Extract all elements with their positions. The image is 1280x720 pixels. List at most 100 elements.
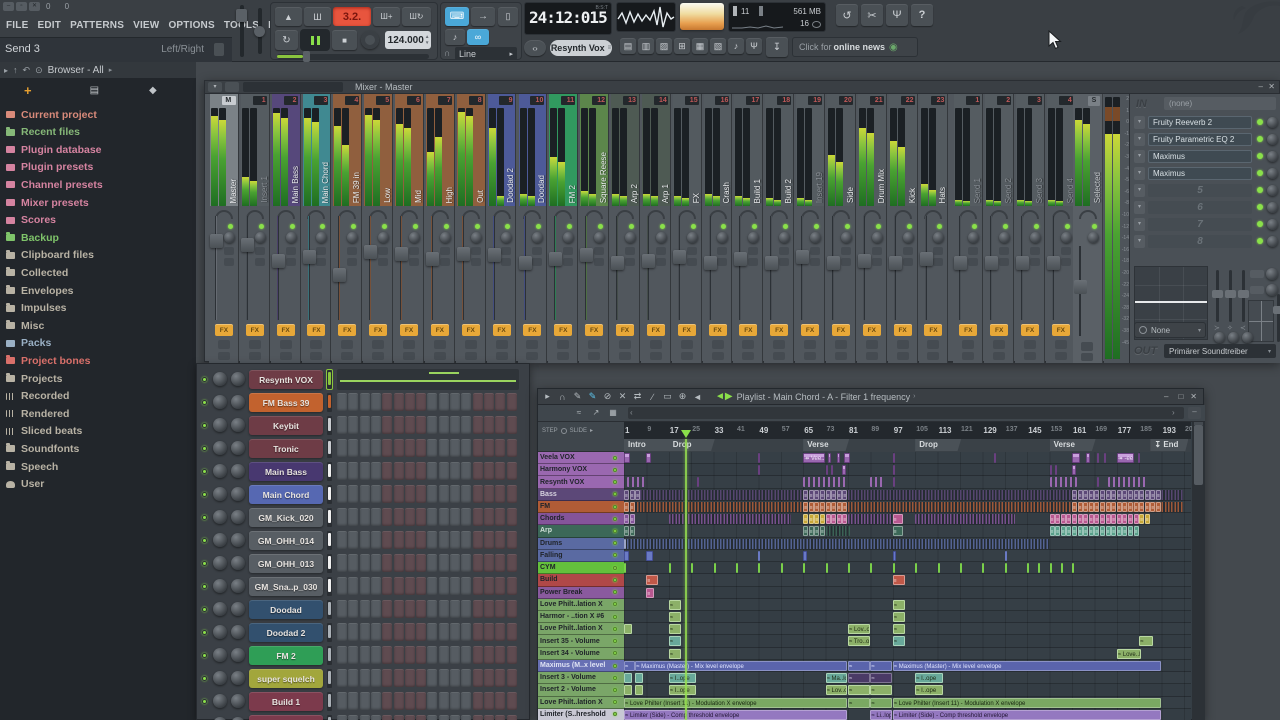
strip-clock-btn[interactable] xyxy=(773,340,785,349)
strip-swap-btn[interactable] xyxy=(903,258,913,266)
clip[interactable]: ≡ xyxy=(1066,514,1071,524)
strip-clock-btn[interactable] xyxy=(866,340,878,349)
rack-step-cell[interactable] xyxy=(405,600,415,618)
clip[interactable]: ≡ xyxy=(624,490,629,500)
strip-fx-button[interactable]: FX xyxy=(616,324,634,336)
strip-fx-button[interactable]: FX xyxy=(770,324,788,336)
track-lane[interactable]: ≡≡≡≡≡≡≡≡≡≡≡≡≡≡≡≡≡≡≡≡≡≡≡ xyxy=(624,525,1191,537)
strip-mute-led[interactable] xyxy=(598,224,603,229)
undo-icon[interactable]: ↺ xyxy=(836,4,858,26)
rack-step-cell[interactable] xyxy=(360,577,370,595)
rack-step-cell[interactable] xyxy=(461,646,471,664)
clip[interactable]: ≈ Tro..ope xyxy=(848,636,870,646)
mixer-strip-send-1[interactable]: 1Send 1FX xyxy=(953,94,983,363)
rack-step-cell[interactable] xyxy=(439,393,449,411)
rack-channel-button[interactable]: GM_OHH_014 xyxy=(249,531,323,550)
main-pitch-handle[interactable] xyxy=(254,26,265,37)
fx-slot-mix-knob[interactable] xyxy=(1267,117,1278,128)
rack-step-cell[interactable] xyxy=(360,715,370,720)
clip[interactable] xyxy=(1055,465,1057,475)
rack-step-cell[interactable] xyxy=(416,485,426,503)
rack-step-cell[interactable] xyxy=(394,462,404,480)
rack-step-cell[interactable] xyxy=(427,692,437,710)
clip[interactable] xyxy=(893,477,895,487)
clip[interactable] xyxy=(848,514,892,524)
strip-fx-button[interactable]: FX xyxy=(585,324,603,336)
fx-slot-mix-knob[interactable] xyxy=(1267,185,1278,196)
strip-swap-btn[interactable] xyxy=(378,258,388,266)
clip[interactable]: ≈ I..ope xyxy=(915,685,942,695)
browser-back-icon[interactable]: ↶ xyxy=(23,65,31,76)
strip-fx-button[interactable]: FX xyxy=(431,324,449,336)
clip[interactable]: ≡ xyxy=(1100,526,1105,536)
selected-btn-1[interactable] xyxy=(1081,342,1093,351)
menu-item-file[interactable]: FILE xyxy=(6,20,28,31)
rack-step-cell[interactable] xyxy=(495,669,505,687)
strip-swap-btn[interactable] xyxy=(440,258,450,266)
fx-slot-5[interactable]: 5 xyxy=(1148,184,1252,197)
rack-step-cell[interactable] xyxy=(507,439,517,457)
fx-slot-led[interactable] xyxy=(1257,187,1263,193)
clip[interactable] xyxy=(994,453,996,463)
rack-step-cell[interactable] xyxy=(495,600,505,618)
rack-step-cell[interactable] xyxy=(427,485,437,503)
rack-step-cell[interactable] xyxy=(360,508,370,526)
strip-clock-btn[interactable] xyxy=(557,340,569,349)
strip-rec-btn[interactable] xyxy=(496,352,508,360)
strip-fx-button[interactable]: FX xyxy=(400,324,418,336)
rack-step-cell[interactable] xyxy=(507,462,517,480)
rack-step-cell[interactable] xyxy=(439,623,449,641)
mixer-strip-fm-39-in[interactable]: 4FM 39 inFX xyxy=(332,94,362,363)
rack-step-cell[interactable] xyxy=(394,485,404,503)
rack-step-cell[interactable] xyxy=(360,439,370,457)
strip-sep-knob[interactable] xyxy=(1030,232,1041,243)
clip[interactable]: ≡ xyxy=(1061,526,1066,536)
link-icon[interactable]: ∞ xyxy=(467,29,489,45)
clip[interactable]: ≡ xyxy=(1061,514,1066,524)
strip-pan-knob[interactable] xyxy=(894,210,912,219)
rack-step-cell[interactable] xyxy=(348,692,358,710)
mixer-strip-low[interactable]: 5LowFX xyxy=(363,94,393,363)
mixer-strip-high[interactable]: 7HighFX xyxy=(425,94,455,363)
clip[interactable]: ≡ xyxy=(1111,526,1116,536)
rack-step-cell[interactable] xyxy=(484,508,494,526)
strip-fx-button[interactable]: FX xyxy=(959,324,977,336)
mixer-strip-square-reese[interactable]: 12Square ReeseFX xyxy=(579,94,609,363)
fx-slot-led[interactable] xyxy=(1257,221,1263,227)
strip-mute-led[interactable] xyxy=(351,224,356,229)
clip[interactable]: ≡ xyxy=(1083,526,1088,536)
clip[interactable]: ≡ xyxy=(1100,490,1105,500)
mixer-strip-hats[interactable]: 23HatsFX xyxy=(919,94,949,363)
clip[interactable]: ≡ xyxy=(1156,490,1161,500)
rack-step-cell[interactable] xyxy=(405,531,415,549)
clip[interactable]: ≡ xyxy=(646,588,654,598)
mixer-output-selector[interactable]: Primärer Soundtreiber▾ xyxy=(1164,344,1276,358)
strip-fader-handle[interactable] xyxy=(985,256,998,270)
rack-step-cell[interactable] xyxy=(337,554,347,572)
strip-mute-led[interactable] xyxy=(845,224,850,229)
strip-link-btn[interactable] xyxy=(594,247,604,255)
playlist-hscrollbar[interactable] xyxy=(628,407,1184,419)
rack-step-cell[interactable] xyxy=(450,623,460,641)
rack-step-cell[interactable] xyxy=(450,531,460,549)
browser-item-rendered[interactable]: Rendered xyxy=(6,405,192,422)
rack-step-cell[interactable] xyxy=(337,692,347,710)
strip-link-btn[interactable] xyxy=(903,247,913,255)
clip[interactable]: ≡ xyxy=(1050,514,1055,524)
rack-step-cell[interactable] xyxy=(405,554,415,572)
strip-mute-led[interactable] xyxy=(783,224,788,229)
strip-mute-led[interactable] xyxy=(972,224,977,229)
clip[interactable] xyxy=(781,563,783,573)
playlist-close-icon[interactable]: ✕ xyxy=(1188,392,1203,401)
mixer-strip-doodad[interactable]: 10DoodadFX xyxy=(518,94,548,363)
clip[interactable]: ≡ xyxy=(1134,490,1139,500)
rack-step-cell[interactable] xyxy=(394,577,404,595)
fx-slot-menu-icon[interactable]: ▾ xyxy=(1134,201,1145,214)
rack-step-cell[interactable] xyxy=(337,393,347,411)
magnet-icon[interactable]: ∩ xyxy=(555,390,570,403)
rack-enable-led[interactable] xyxy=(202,699,207,704)
clip[interactable]: ≡ xyxy=(842,502,847,512)
strip-mute-led[interactable] xyxy=(721,224,726,229)
online-news-button[interactable]: Click for online news ◉ xyxy=(792,37,918,57)
clip[interactable]: ≡ xyxy=(1145,514,1150,524)
